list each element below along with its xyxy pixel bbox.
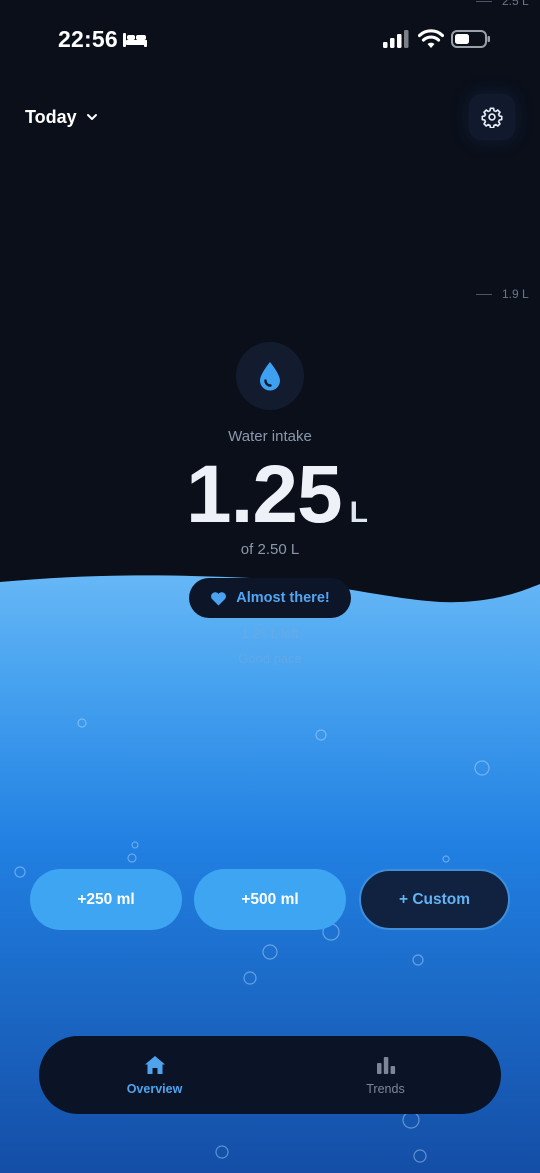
wifi-icon — [418, 29, 444, 48]
chevron-down-icon — [86, 114, 97, 120]
status-time: 22:56 — [58, 26, 118, 52]
settings-button[interactable] — [469, 94, 515, 140]
signal-icon — [383, 30, 409, 48]
add-500ml-button[interactable]: +500 ml — [194, 869, 346, 930]
remaining-text: 1.25 L left — [241, 626, 299, 641]
intake-value: 1.25 — [186, 449, 343, 540]
nav-item-overview[interactable]: Overview — [39, 1036, 270, 1114]
home-icon — [144, 1055, 165, 1074]
bed-icon — [123, 33, 147, 47]
gear-icon — [481, 107, 503, 128]
water-drop-badge — [236, 342, 304, 410]
goal-text: of 2.50 L — [240, 541, 300, 558]
add-custom-button[interactable]: + Custom — [359, 869, 510, 930]
status-message: Almost there! — [236, 590, 330, 606]
intake-row: 1.25 L — [0, 448, 540, 542]
scale-marker-goal: 1.9 L — [476, 287, 529, 301]
intake-unit: L — [349, 496, 368, 529]
nav-label-trends: Trends — [366, 1081, 405, 1096]
nav-item-trends[interactable]: Trends — [270, 1036, 501, 1114]
bar-chart-icon — [376, 1056, 395, 1074]
pace-text: Good pace — [238, 651, 302, 666]
nav-label-overview: Overview — [126, 1081, 183, 1096]
status-bar: 22:56 — [0, 0, 540, 80]
scale-line — [476, 0, 492, 2]
scale-line — [476, 293, 492, 295]
water-drop-icon — [260, 362, 280, 391]
scale-label-top: 2.5 L — [502, 0, 529, 8]
intake-label: Water intake — [228, 428, 312, 445]
app-screen: 22:56 Today 2.5 L 1.9 L Water intake 1.2… — [0, 0, 540, 1173]
date-selector[interactable]: Today — [25, 100, 99, 134]
scale-label-goal: 1.9 L — [502, 287, 529, 301]
bottom-nav: Overview Trends — [39, 1036, 501, 1114]
scale-marker-top: 2.5 L — [476, 0, 529, 8]
heart-icon — [211, 591, 227, 605]
add-250ml-button[interactable]: +250 ml — [30, 869, 182, 930]
date-label: Today — [25, 106, 77, 127]
status-pill: Almost there! — [189, 578, 351, 618]
battery-icon — [451, 30, 490, 48]
